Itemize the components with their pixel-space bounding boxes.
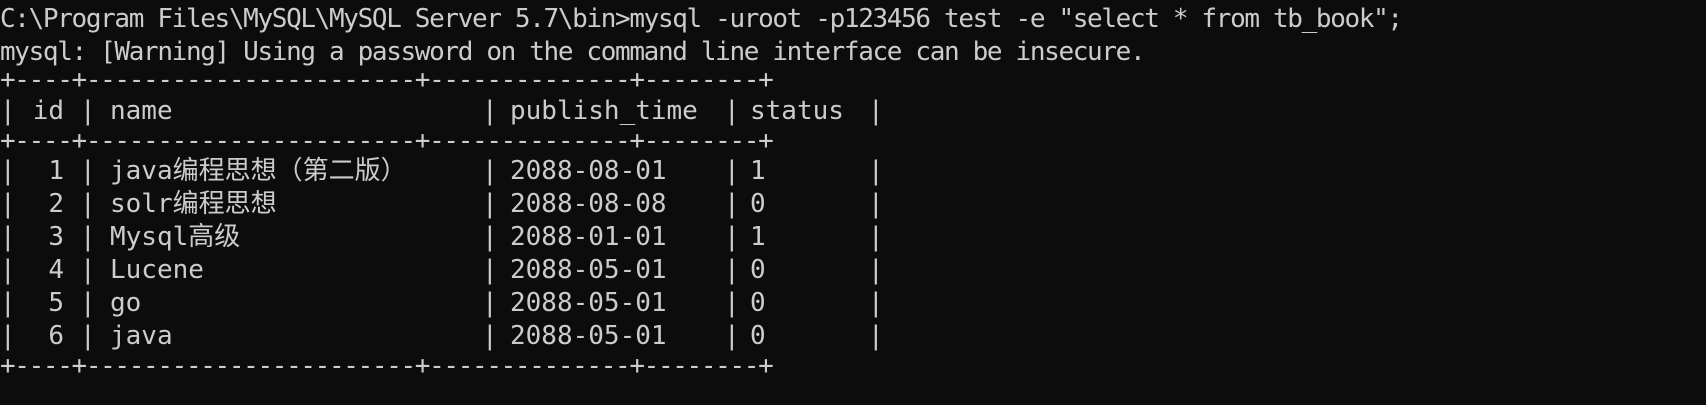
table-pipe: |	[868, 156, 884, 186]
row-id: 4	[48, 255, 64, 285]
table-pipe: |	[868, 288, 884, 318]
row-status: 0	[750, 255, 766, 285]
table-top-border: +----+-----------------------+----------…	[0, 65, 774, 95]
table-pipe: |	[724, 156, 740, 186]
row-publish-time: 2088-08-01	[510, 156, 667, 186]
row-publish-time: 2088-05-01	[510, 255, 667, 285]
table-pipe: |	[482, 321, 498, 351]
table-pipe: |	[0, 255, 16, 285]
table-pipe: |	[724, 288, 740, 318]
table-pipe: |	[0, 156, 16, 186]
row-name: solr编程思想	[110, 189, 277, 219]
header-id: id	[32, 96, 64, 126]
row-publish-time: 2088-05-01	[510, 288, 667, 318]
table-header-row: | id | name | publish_time | status |	[0, 95, 884, 128]
table-pipe: |	[724, 96, 740, 126]
table-pipe: |	[724, 255, 740, 285]
table-pipe: |	[0, 189, 16, 219]
table-pipe: |	[0, 96, 16, 126]
header-status: status	[750, 96, 844, 126]
table-header-border: +----+-----------------------+----------…	[0, 126, 774, 156]
table-pipe: |	[0, 288, 16, 318]
table-pipe: |	[482, 96, 498, 126]
table-pipe: |	[80, 321, 96, 351]
table-pipe: |	[724, 189, 740, 219]
row-status: 1	[750, 222, 766, 252]
row-id: 3	[48, 222, 64, 252]
table-pipe: |	[482, 189, 498, 219]
header-publish-time: publish_time	[510, 96, 698, 126]
row-status: 0	[750, 321, 766, 351]
table-row: | 6 | java | 2088-05-01 | 0 |	[0, 320, 884, 353]
row-name: java	[110, 321, 173, 351]
table-pipe: |	[724, 222, 740, 252]
table-pipe: |	[868, 189, 884, 219]
command-line: C:\Program Files\MySQL\MySQL Server 5.7\…	[0, 4, 1403, 34]
row-name: java编程思想（第二版）	[110, 156, 407, 186]
row-name: go	[110, 288, 142, 318]
row-publish-time: 2088-01-01	[510, 222, 667, 252]
table-pipe: |	[482, 222, 498, 252]
table-pipe: |	[868, 96, 884, 126]
table-pipe: |	[868, 255, 884, 285]
table-pipe: |	[868, 222, 884, 252]
table-pipe: |	[80, 156, 96, 186]
table-pipe: |	[482, 288, 498, 318]
row-id: 2	[48, 189, 64, 219]
row-id: 6	[48, 321, 64, 351]
row-publish-time: 2088-08-08	[510, 189, 667, 219]
table-pipe: |	[80, 288, 96, 318]
table-row: | 2 | solr编程思想 | 2088-08-08 | 0 |	[0, 188, 884, 221]
table-pipe: |	[0, 321, 16, 351]
table-row: | 5 | go | 2088-05-01 | 0 |	[0, 287, 884, 320]
table-pipe: |	[0, 222, 16, 252]
table-pipe: |	[80, 255, 96, 285]
row-name: Lucene	[110, 255, 204, 285]
terminal-window[interactable]: C:\Program Files\MySQL\MySQL Server 5.7\…	[0, 0, 1706, 405]
header-name: name	[110, 96, 173, 126]
table-pipe: |	[482, 156, 498, 186]
table-pipe: |	[868, 321, 884, 351]
table-pipe: |	[724, 321, 740, 351]
row-id: 5	[48, 288, 64, 318]
row-status: 0	[750, 288, 766, 318]
table-row: | 1 | java编程思想（第二版） | 2088-08-01 | 1 |	[0, 155, 884, 188]
row-id: 1	[48, 156, 64, 186]
table-bottom-border: +----+-----------------------+----------…	[0, 351, 774, 381]
row-name: Mysql高级	[110, 222, 241, 252]
row-status: 0	[750, 189, 766, 219]
table-row: | 4 | Lucene | 2088-05-01 | 0 |	[0, 254, 884, 287]
table-pipe: |	[80, 222, 96, 252]
row-status: 1	[750, 156, 766, 186]
table-pipe: |	[80, 96, 96, 126]
table-pipe: |	[482, 255, 498, 285]
table-pipe: |	[80, 189, 96, 219]
table-row: | 3 | Mysql高级 | 2088-01-01 | 1 |	[0, 221, 884, 254]
row-publish-time: 2088-05-01	[510, 321, 667, 351]
